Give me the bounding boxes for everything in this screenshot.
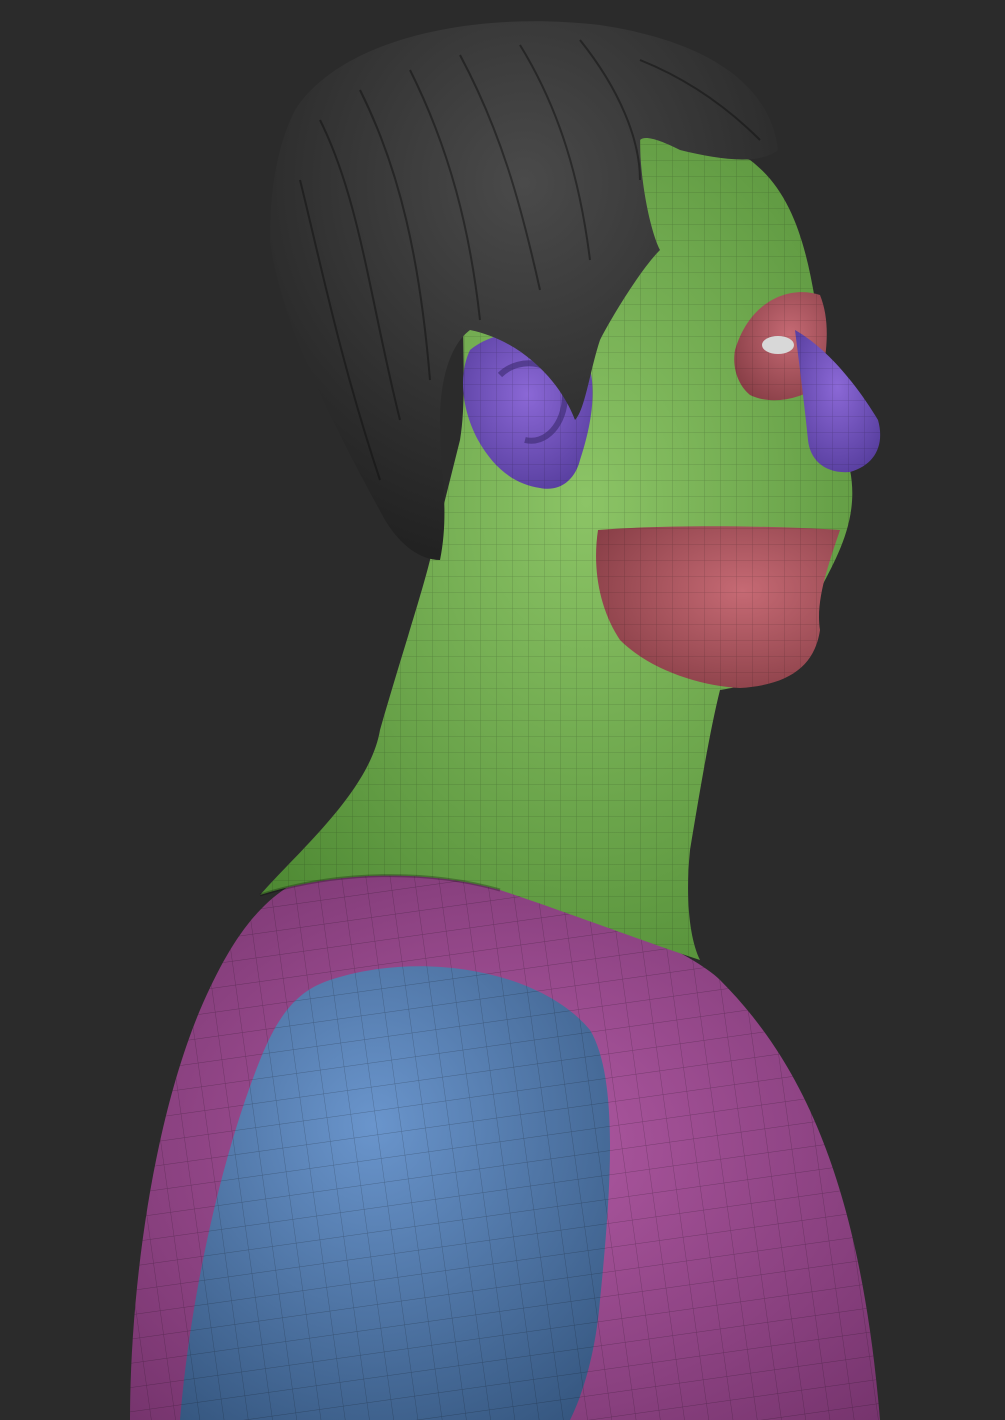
viewport [0, 0, 1005, 1420]
eye [762, 336, 794, 354]
sculpt-render [130, 21, 881, 1420]
